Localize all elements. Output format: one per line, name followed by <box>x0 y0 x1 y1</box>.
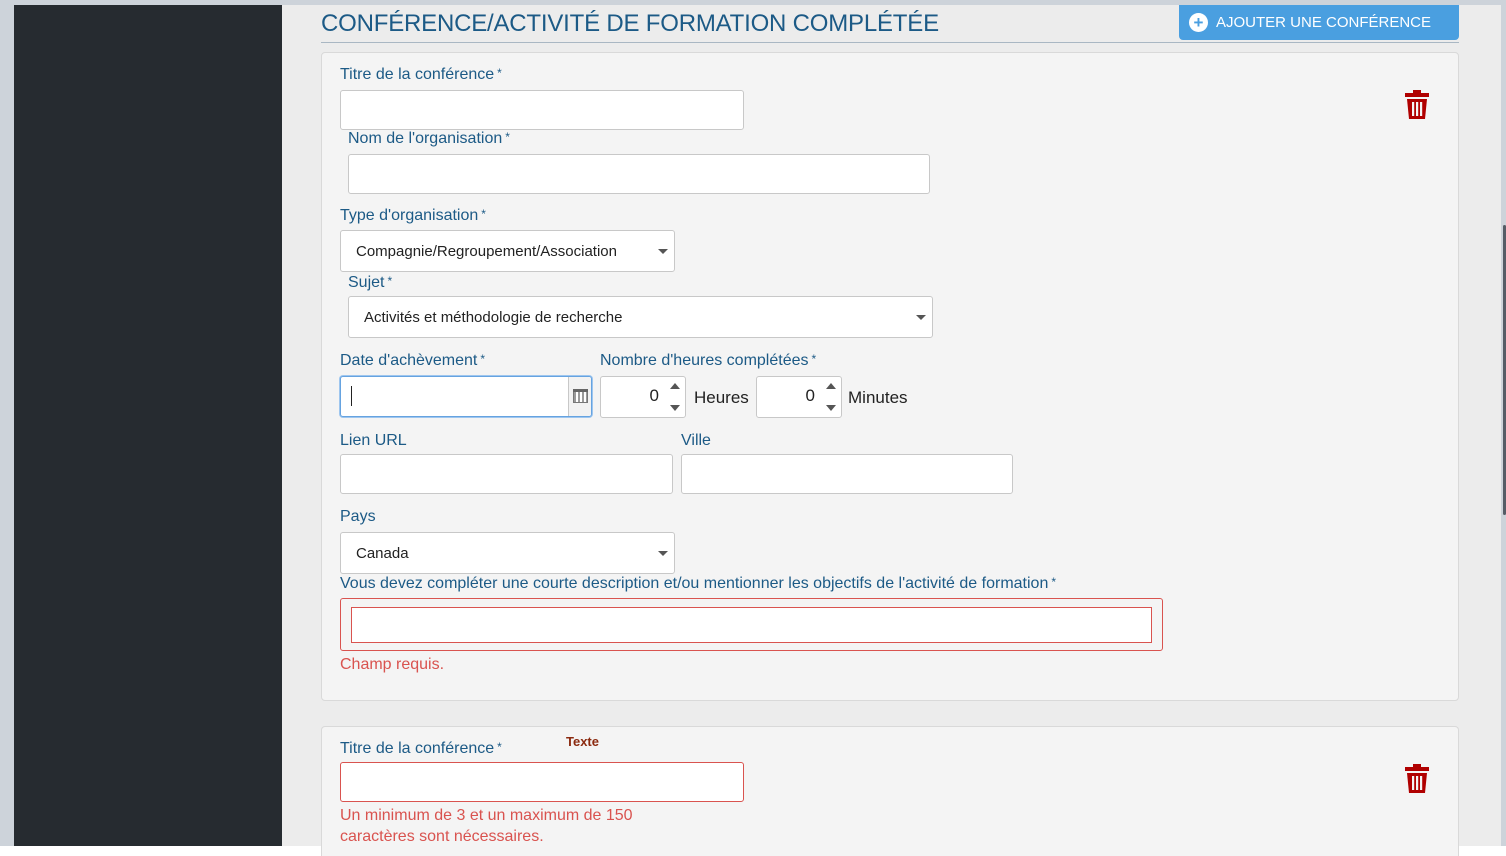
minutes-stepper[interactable]: 0 <box>756 376 842 418</box>
description-input[interactable] <box>351 607 1152 643</box>
hours-stepper[interactable]: 0 <box>600 376 686 418</box>
organization-type-value: Compagnie/Regroupement/Association <box>356 242 617 260</box>
country-value: Canada <box>356 544 409 562</box>
description-error: Champ requis. <box>340 656 445 673</box>
organization-name-label: Nom de l'organisation * <box>348 130 510 147</box>
spin-up-icon[interactable] <box>826 383 836 389</box>
subject-select[interactable]: Activités et méthodologie de recherche <box>348 296 933 338</box>
add-conference-label: AJOUTER UNE CONFÉRENCE <box>1216 14 1432 31</box>
country-select[interactable]: Canada <box>340 532 675 574</box>
conference-title-input[interactable] <box>340 90 744 130</box>
country-label: Pays <box>340 508 376 525</box>
tooltip-text: Texte <box>566 734 599 749</box>
trash-icon[interactable] <box>1404 764 1430 794</box>
url-label: Lien URL <box>340 432 407 449</box>
city-input[interactable] <box>681 454 1013 494</box>
section-divider <box>321 42 1459 43</box>
title-error-message: Un minimum de 3 et un maximum de 150 car… <box>340 807 633 845</box>
subject-label: Sujet * <box>348 274 393 291</box>
completion-date-input[interactable] <box>340 376 592 417</box>
calendar-button[interactable] <box>568 377 591 416</box>
sidebar <box>14 5 282 846</box>
text-cursor <box>351 386 352 406</box>
chevron-down-icon <box>658 551 668 556</box>
spin-down-icon[interactable] <box>670 405 680 411</box>
subject-value: Activités et méthodologie de recherche <box>364 308 623 326</box>
description-label: Vous devez compléter une courte descript… <box>340 575 1057 592</box>
conference-title-input-2[interactable] <box>340 762 744 802</box>
hours-value: 0 <box>649 386 659 405</box>
trash-icon[interactable] <box>1404 90 1430 120</box>
chevron-down-icon <box>658 249 668 254</box>
url-input[interactable] <box>340 454 673 494</box>
section-title: CONFÉRENCE/ACTIVITÉ DE FORMATION COMPLÉT… <box>321 10 939 37</box>
conference-title-label-2: Titre de la conférence * <box>340 740 502 757</box>
calendar-icon <box>573 389 588 403</box>
spin-up-icon[interactable] <box>670 383 680 389</box>
plus-circle-icon: + <box>1189 13 1208 32</box>
city-label: Ville <box>681 432 711 449</box>
minutes-unit-label: Minutes <box>848 388 908 407</box>
minutes-value: 0 <box>805 386 815 405</box>
chevron-down-icon <box>916 315 926 320</box>
hours-unit-label: Heures <box>694 388 749 407</box>
organization-type-label: Type d'organisation * <box>340 207 486 224</box>
add-conference-button[interactable]: + AJOUTER UNE CONFÉRENCE <box>1179 5 1459 40</box>
organization-name-input[interactable] <box>348 154 930 194</box>
completion-date-label: Date d'achèvement * <box>340 352 486 369</box>
spin-down-icon[interactable] <box>826 405 836 411</box>
organization-type-select[interactable]: Compagnie/Regroupement/Association <box>340 230 675 272</box>
hours-completed-label: Nombre d'heures complétées * <box>600 352 817 369</box>
window-frame-left <box>0 0 14 846</box>
conference-title-label: Titre de la conférence * <box>340 66 502 83</box>
